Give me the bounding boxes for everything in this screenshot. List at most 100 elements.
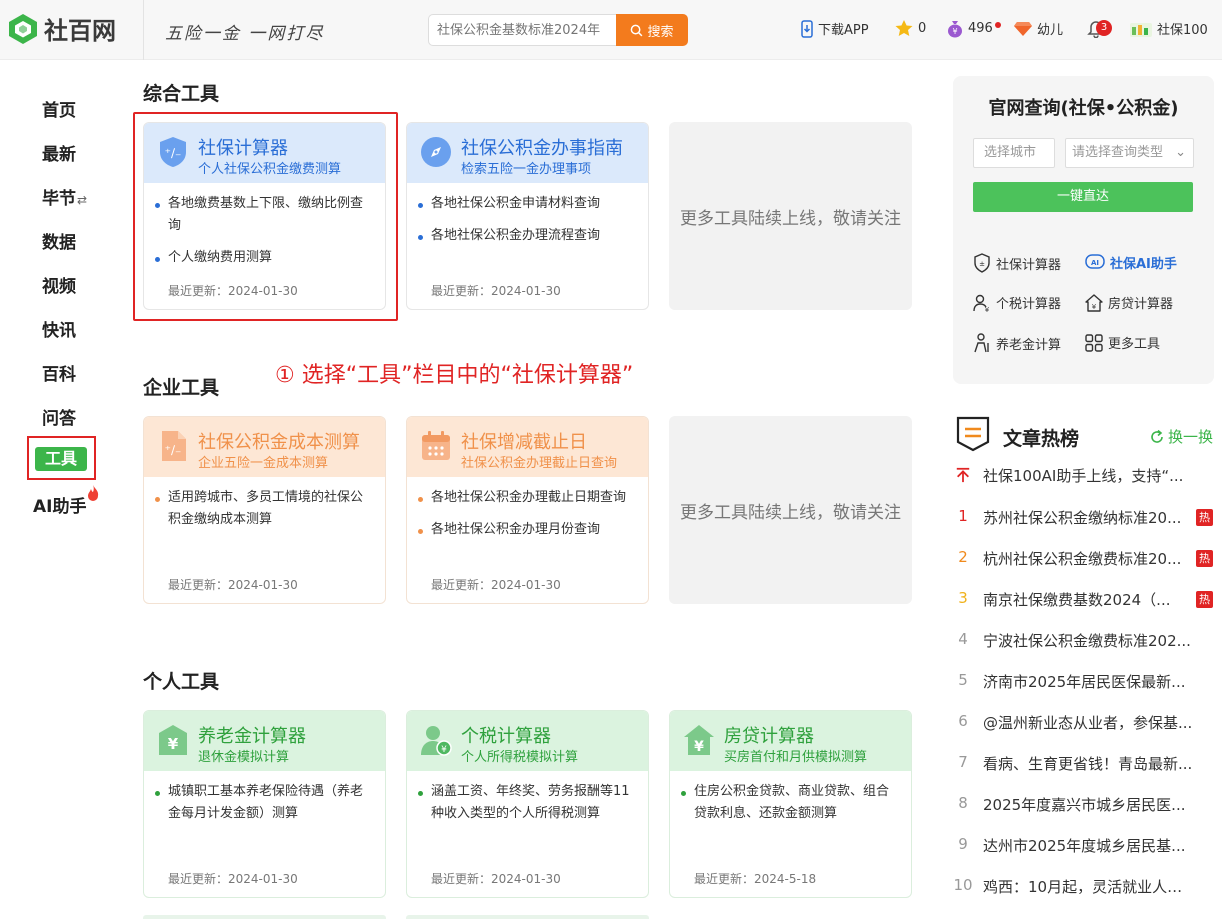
card-title: 个税计算器 [461, 726, 551, 747]
city-select[interactable]: 选择城市 [973, 138, 1055, 168]
nav-data[interactable]: 数据 [42, 228, 76, 253]
hot-article-row[interactable]: 8 2025年度嘉兴市城乡居民医... [955, 794, 1213, 816]
hot-rank: 6 [958, 712, 968, 730]
hot-article-title: 达州市2025年度城乡居民基... [983, 837, 1186, 855]
section-personal-title: 个人工具 [143, 671, 220, 693]
card-header: ⁺∕₋ 社保公积金成本测算 企业五险一金成本测算 [144, 417, 385, 477]
quick-tool-label: 社保AI助手 [1110, 257, 1177, 272]
search-input[interactable] [428, 14, 616, 46]
card-updated-date: 最近更新：2024-01-30 [431, 578, 561, 592]
query-type-select[interactable]: 请选择查询类型 ⌄ [1065, 138, 1194, 168]
hot-articles-title: 文章热榜 [1003, 428, 1080, 450]
direct-access-button[interactable]: 一键直达 [973, 182, 1193, 212]
points-item[interactable]: 0 [894, 19, 926, 37]
hot-article-row[interactable]: 10 鸡西：10月起，灵活就业人员... [953, 876, 1213, 898]
house-yuan-icon: ¥ [684, 725, 714, 755]
tool-card-mortgage[interactable]: ¥ 房贷计算器 买房首付和月供模拟测算 住房公积金贷款、商业贷款、组合贷款利息、… [669, 710, 912, 898]
card-body: 适用跨城市、多员工情境的社保公积金缴纳成本测算 [144, 477, 385, 531]
quick-tool-social-security-calculator[interactable]: ± 社保计算器 [973, 253, 1061, 273]
calculator-highlight-box [133, 112, 398, 321]
tool-card-guide[interactable]: 社保公积金办事指南 检索五险一金办理事项 各地社保公积金申请材料查询 各地社保公… [406, 122, 649, 310]
hot-rank: 2 [958, 548, 968, 566]
search-icon [631, 24, 643, 36]
slogan: 五险一金 一网打尽 [165, 24, 325, 44]
elder-icon [974, 333, 989, 353]
quick-tool-more[interactable]: 更多工具 [1085, 333, 1160, 352]
hot-article-row[interactable]: 9 达州市2025年度城乡居民基... [955, 835, 1213, 857]
svg-text:±: ± [979, 260, 985, 268]
query-panel-title: 官网查询(社保•公积金) [988, 98, 1179, 119]
fire-icon [88, 485, 99, 501]
card-bullet: 住房公积金贷款、商业贷款、组合贷款利息、还款金额测算 [681, 781, 899, 825]
hot-article-row[interactable]: 社保100AI助手上线，支持“... [955, 465, 1213, 487]
nav-qa[interactable]: 问答 [42, 404, 76, 429]
pension-yuan-icon: ¥ [159, 725, 187, 755]
quick-tool-ai-assistant[interactable]: AI 社保AI助手 [1085, 253, 1177, 272]
points-count: 0 [918, 20, 927, 36]
search-button[interactable]: 搜索 [616, 14, 688, 46]
child-item[interactable]: 幼儿 [1013, 19, 1063, 38]
tool-card-income-tax[interactable]: ¥ 个税计算器 个人所得税模拟计算 涵盖工资、年终奖、劳务报酬等11种收入类型的… [406, 710, 649, 898]
hot-article-row[interactable]: 3 南京社保缴费基数2024（... 热 [955, 589, 1213, 611]
download-app-label: 下载APP [818, 23, 869, 38]
search-button-label: 搜索 [647, 24, 674, 40]
card-updated-date: 最近更新：2024-5-18 [694, 872, 817, 886]
hot-article-title: 苏州社保公积金缴纳标准20... [983, 509, 1182, 527]
hot-rank: 5 [958, 671, 968, 689]
card-body: 各地社保公积金办理截止日期查询 各地社保公积金办理月份查询 [407, 477, 648, 541]
svg-text:AI: AI [1091, 259, 1099, 267]
card-bullet: 各地社保公积金办理流程查询 [418, 225, 636, 247]
hot-rank: 7 [958, 753, 968, 771]
hot-rank: 8 [958, 794, 968, 812]
top-header: 社百网 五险一金 一网打尽 搜索 下载APP 0 ¥ 496 幼儿 3 社保10… [0, 0, 1222, 60]
card-body: 涵盖工资、年终奖、劳务报酬等11种收入类型的个人所得税测算 [407, 771, 648, 825]
svg-text:¥: ¥ [952, 27, 957, 36]
ai-chat-icon: AI [1085, 253, 1105, 269]
card-body: 住房公积金贷款、商业贷款、组合贷款利息、还款金额测算 [670, 771, 911, 825]
quick-tool-income-tax[interactable]: ¥ 个税计算器 [973, 293, 1061, 312]
hot-article-row[interactable]: 2 杭州社保公积金缴费标准20... 热 [955, 548, 1213, 570]
tool-card-cost-calculator[interactable]: ⁺∕₋ 社保公积金成本测算 企业五险一金成本测算 适用跨城市、多员工情境的社保公… [143, 416, 386, 604]
hot-article-row[interactable]: 6 @温州新业态从业者，参保基... [955, 712, 1213, 734]
hot-articles-header: 文章热榜 换一换 [955, 416, 1213, 452]
nav-tools[interactable]: 工具 [35, 447, 87, 471]
card-body: 城镇职工基本养老保险待遇（养老金每月计发金额）测算 [144, 771, 385, 825]
nav-latest[interactable]: 最新 [42, 140, 76, 165]
card-title: 社保公积金办事指南 [461, 138, 623, 159]
refresh-button[interactable]: 换一换 [1149, 426, 1213, 447]
hot-article-row[interactable]: 7 看病、生育更省钱！青岛最新... [955, 753, 1213, 775]
hot-badge: 热 [1196, 509, 1213, 526]
user-menu[interactable]: 社保100 [1129, 19, 1208, 38]
card-subtitle: 买房首付和月供模拟测算 [724, 750, 868, 765]
hot-article-row[interactable]: 4 宁波社保公积金缴费标准202... [955, 630, 1213, 652]
tool-card-deadline[interactable]: 社保增减截止日 社保公积金办理截止日查询 各地社保公积金办理截止日期查询 各地社… [406, 416, 649, 604]
money-bag-icon: ¥ [948, 21, 962, 38]
tool-card-pension[interactable]: ¥ 养老金计算器 退休金模拟计算 城镇职工基本养老保险待遇（养老金每月计发金额）… [143, 710, 386, 898]
download-app-link[interactable]: 下载APP [800, 19, 869, 38]
site-logo[interactable]: 社百网 [6, 11, 116, 46]
coins-count: 496 [968, 21, 993, 36]
card-subtitle: 企业五险一金成本测算 [198, 456, 329, 471]
query-type-placeholder: 请选择查询类型 [1072, 145, 1164, 160]
quick-tool-pension[interactable]: 养老金计算 [973, 333, 1061, 353]
nav-video[interactable]: 视频 [42, 272, 76, 297]
shield-calculator-icon: ± [974, 253, 990, 273]
coins-item[interactable]: ¥ 496 [946, 19, 1001, 38]
refresh-label: 换一换 [1167, 428, 1213, 446]
header-divider [143, 0, 144, 60]
card-title: 社保公积金成本测算 [198, 432, 360, 453]
hot-article-title: 鸡西：10月起，灵活就业人员... [983, 878, 1193, 896]
switch-city-icon[interactable]: ⇄ [77, 193, 87, 207]
card-header: 社保增减截止日 社保公积金办理截止日查询 [407, 417, 648, 477]
quick-tool-mortgage[interactable]: ¥ 房贷计算器 [1085, 293, 1173, 312]
nav-city[interactable]: 毕节⇄ [42, 184, 87, 209]
nav-home[interactable]: 首页 [42, 96, 76, 121]
nav-ai-assistant[interactable]: AI助手 [33, 492, 86, 517]
card-bullet: 城镇职工基本养老保险待遇（养老金每月计发金额）测算 [155, 781, 373, 825]
nav-news[interactable]: 快讯 [42, 316, 76, 341]
nav-wiki[interactable]: 百科 [42, 360, 76, 385]
hot-article-row[interactable]: 1 苏州社保公积金缴纳标准20... 热 [955, 507, 1213, 529]
hot-article-row[interactable]: 5 济南市2025年居民医保最新... [955, 671, 1213, 693]
svg-text:¥: ¥ [694, 739, 704, 755]
card-title: 养老金计算器 [198, 726, 306, 747]
